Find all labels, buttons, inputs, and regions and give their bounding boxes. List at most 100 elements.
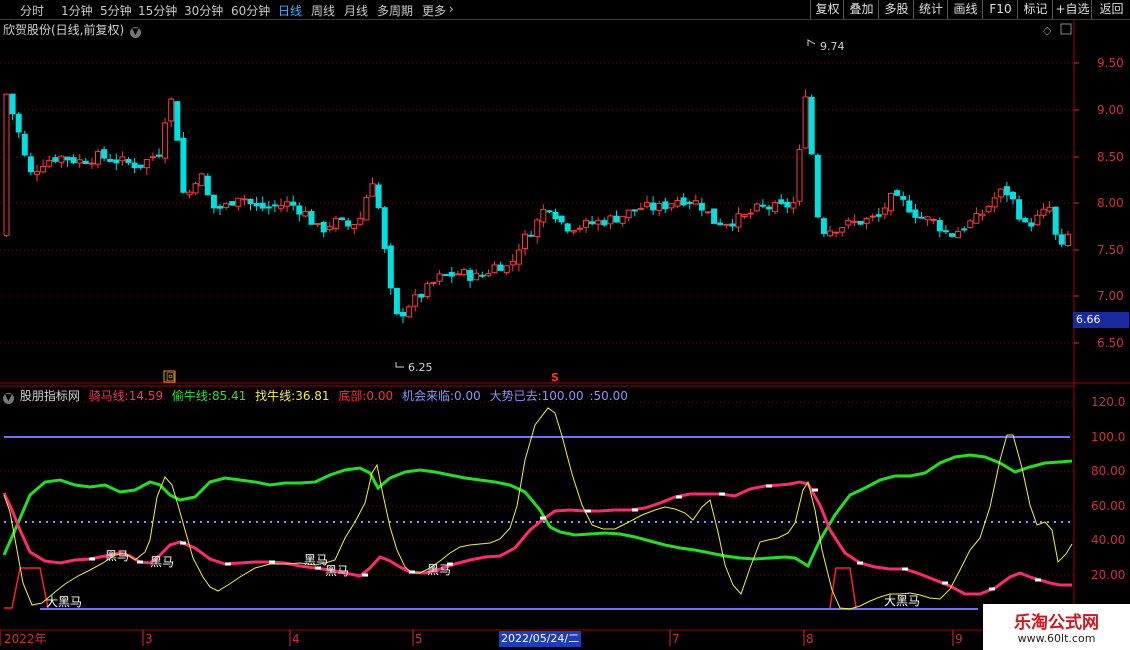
candle-body <box>930 218 937 221</box>
event-marker-icon[interactable] <box>163 370 176 383</box>
candle-body <box>137 164 144 168</box>
candle-body <box>723 223 730 226</box>
legend-value-trend-gone: 100.00 <box>541 389 584 403</box>
main-chart[interactable]: 9.50 9.00 8.50 8.00 7.50 7.00 6.50 9.74 … <box>0 0 1130 650</box>
period-tab-weekly[interactable]: 周线 <box>311 2 335 19</box>
candle-body <box>1003 186 1010 196</box>
candle-body <box>27 156 34 173</box>
mark-button[interactable]: 标记 <box>1017 0 1053 19</box>
candle-body <box>1064 233 1071 247</box>
period-tab-15min[interactable]: 15分钟 <box>138 2 177 19</box>
candle-body <box>772 202 779 213</box>
candle-body <box>607 215 614 225</box>
price-tick: 8.00 <box>1097 196 1124 210</box>
period-tab-30min[interactable]: 30分钟 <box>184 2 223 19</box>
candle-body <box>552 211 559 220</box>
indicator-tick: 40.00 <box>1091 533 1125 547</box>
candle-body <box>637 207 644 210</box>
statistics-button[interactable]: 统计 <box>913 0 948 19</box>
back-button[interactable]: 返回 <box>1091 0 1130 19</box>
period-tab-1min[interactable]: 1分钟 <box>61 2 93 19</box>
price-tick: 9.00 <box>1097 103 1124 117</box>
candle-body <box>1022 218 1029 223</box>
watermark-name: 乐淘公式网 <box>1014 613 1099 633</box>
legend-value-bottom: 0.00 <box>366 389 394 403</box>
line-marker <box>180 541 186 545</box>
candle-body <box>912 209 919 218</box>
candle-body <box>58 155 65 163</box>
candle-body <box>210 194 217 209</box>
line-marker <box>857 561 863 565</box>
price-tick: 9.50 <box>1097 56 1124 70</box>
candle-body <box>107 159 114 162</box>
candle-body <box>625 209 632 219</box>
candle-body <box>76 159 83 164</box>
stock-title: 欣贺股份(日线,前复权) <box>3 23 125 37</box>
period-tab-daily[interactable]: 日线 <box>278 2 302 19</box>
candle-body <box>766 206 772 210</box>
line-marker <box>269 560 275 564</box>
diamond-icon[interactable]: ◇ <box>1043 24 1052 37</box>
line-marker <box>137 560 143 564</box>
candle-body <box>491 264 498 274</box>
candle-body <box>1040 208 1047 216</box>
candle-body <box>674 200 681 207</box>
candle-body <box>149 156 156 159</box>
candle-body <box>34 171 40 175</box>
chevron-down-icon[interactable]: ▼ <box>3 393 14 404</box>
f10-button[interactable]: F10 <box>982 0 1018 19</box>
bottom-signal-line <box>829 567 857 609</box>
price-tick-marks <box>1074 62 1079 344</box>
legend-label-trend-gone: 大势已去: <box>489 389 542 403</box>
line-marker <box>362 573 368 577</box>
add-favorite-button[interactable]: +自选 <box>1052 0 1092 19</box>
candle-body <box>644 201 650 208</box>
candle-body <box>131 162 138 169</box>
period-tab-multi[interactable]: 多周期 <box>377 2 413 19</box>
period-tab-fenshi[interactable]: 分时 <box>20 2 44 19</box>
chevron-down-icon[interactable]: ▼ <box>130 27 142 38</box>
period-tab-5min[interactable]: 5分钟 <box>100 2 132 19</box>
indicator-tick: 80.00 <box>1091 464 1125 478</box>
candle-body <box>393 287 400 315</box>
candle-body <box>296 205 303 215</box>
candle-body <box>387 245 394 289</box>
candle-body <box>863 217 870 224</box>
overlay-button[interactable]: 叠加 <box>843 0 879 19</box>
candle-body <box>223 203 230 208</box>
restore-right-button[interactable]: 复权 <box>810 0 844 19</box>
price-axis: 9.50 9.00 8.50 8.00 7.50 7.00 6.50 <box>1097 56 1124 350</box>
candle-body <box>827 230 833 237</box>
candle-body <box>680 197 687 206</box>
candle-body <box>662 201 669 210</box>
candle-body <box>119 156 126 162</box>
line-marker <box>676 495 682 499</box>
chevron-right-icon[interactable]: › <box>449 2 454 16</box>
candle-body <box>961 228 968 231</box>
candle-body <box>473 272 480 281</box>
candle-body <box>375 184 382 209</box>
period-tab-more[interactable]: 更多 <box>422 2 446 19</box>
candle-body <box>497 264 504 271</box>
indicator-tick: 120.0 <box>1091 395 1125 409</box>
candle-body <box>479 274 486 277</box>
period-tab-monthly[interactable]: 月线 <box>344 2 368 19</box>
candle-body <box>21 133 28 156</box>
candle-body <box>15 113 22 133</box>
candle-body <box>180 137 187 193</box>
period-tab-60min[interactable]: 60分钟 <box>231 2 270 19</box>
main-chart-title: 欣贺股份(日线,前复权) ▼ <box>3 21 142 38</box>
candle-body <box>991 197 998 208</box>
time-tick: 2022年 <box>4 632 47 646</box>
watermark-url: www.60lt.com <box>1017 632 1096 645</box>
draw-line-button[interactable]: 画线 <box>947 0 983 19</box>
candle-body <box>400 311 406 317</box>
multi-stock-button[interactable]: 多股 <box>878 0 914 19</box>
line-marker <box>447 562 453 566</box>
candle-body <box>235 197 242 207</box>
window-toggle-icon[interactable] <box>1060 23 1072 35</box>
candle-body <box>613 215 620 223</box>
candle-body <box>814 154 821 218</box>
candle-body <box>790 202 797 209</box>
candle-body <box>290 201 297 206</box>
